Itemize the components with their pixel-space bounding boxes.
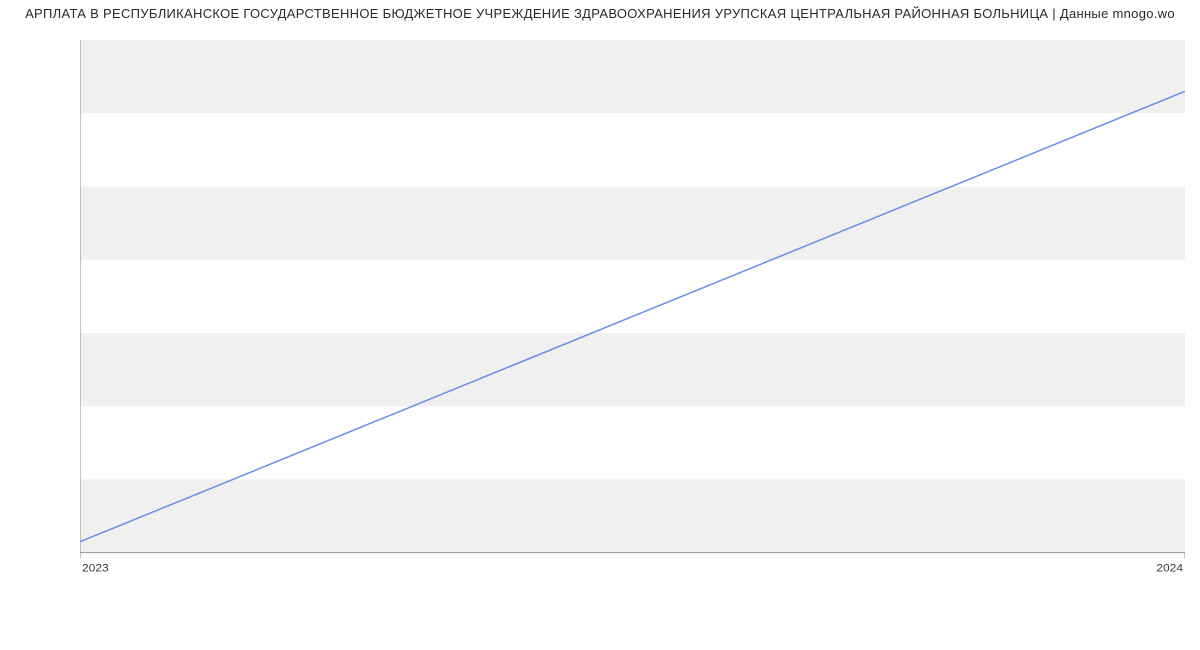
- chart-plot-area: 1600018000200002200024000260002800030000…: [80, 40, 1185, 590]
- svg-text:2024: 2024: [1156, 562, 1183, 575]
- svg-text:2023: 2023: [82, 562, 109, 575]
- chart-title: АРПЛАТА В РЕСПУБЛИКАНСКОЕ ГОСУДАРСТВЕННО…: [0, 6, 1200, 21]
